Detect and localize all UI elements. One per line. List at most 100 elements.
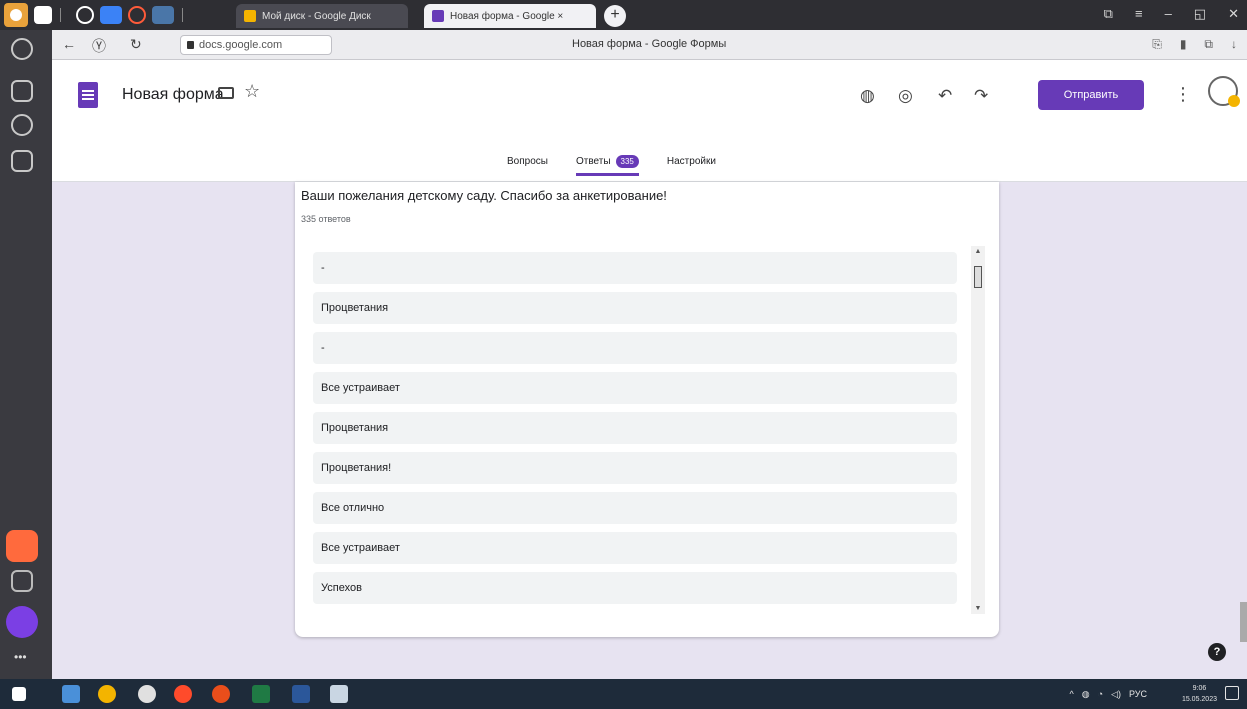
reader-mode-icon[interactable]: ⎘ [1152,37,1162,52]
excel-icon[interactable] [252,685,270,703]
tray-chevron-icon[interactable]: ^ [1070,689,1074,700]
google-forms-icon[interactable] [78,82,98,108]
send-button[interactable]: Отправить [1038,80,1144,110]
page-title: Новая форма - Google Формы [572,38,727,50]
tab-label: Мой диск - Google Диск [262,10,371,22]
extensions-icon[interactable]: ⧉ [1104,6,1113,22]
yandex-browser-icon[interactable] [138,685,156,703]
palette-icon[interactable]: ◍ [860,86,875,106]
lock-icon [187,41,194,49]
download-icon[interactable]: ↓ [1231,37,1237,52]
file-explorer-icon[interactable] [62,685,80,703]
tab-responses[interactable]: Ответы 335 [575,155,639,176]
yandex-icon[interactable] [174,685,192,703]
undo-icon[interactable]: ↶ [938,86,952,106]
browser-logo-icon[interactable] [4,3,28,27]
star-icon[interactable]: ☆ [244,81,260,102]
list-item: - [313,252,957,284]
clock-time: 9:06 [1192,685,1207,692]
rail-more-icon[interactable]: ••• [14,650,27,664]
pinned-tab-vk-icon[interactable] [152,6,174,24]
network-icon[interactable]: ◍ [1082,689,1090,700]
tab-label: Новая форма - Google × [450,10,564,22]
tab-questions[interactable]: Вопросы [507,155,548,176]
minimize-icon[interactable]: – [1165,6,1172,22]
question-title: Ваши пожелания детскому саду. Спасибо за… [301,188,667,203]
response-count: 335 ответов [301,214,351,224]
address-bar: ← Ⓨ ↻ docs.google.com Новая форма - Goog… [52,30,1247,60]
list-item: Все отлично [313,492,957,524]
pinned-tab-mail-icon[interactable] [100,6,122,24]
url-field[interactable]: docs.google.com [180,35,332,55]
avatar[interactable] [1208,76,1240,107]
language-indicator[interactable]: РУС [1129,689,1147,700]
tab-settings[interactable]: Настройки [667,155,716,176]
tab-questions-label: Вопросы [507,156,548,167]
list-item: - [313,332,957,364]
pinned-tab-icon[interactable] [76,6,94,24]
tab-google-drive[interactable]: Мой диск - Google Диск [236,4,408,28]
list-item: Успехов [313,572,957,604]
browser-tab-strip: Мой диск - Google Диск Новая форма - Goo… [0,0,1247,30]
clock-date: 15.05.2023 [1181,696,1217,703]
rail-add-icon[interactable] [11,570,33,592]
new-tab-button[interactable]: + [604,5,626,27]
rail-downloads-icon[interactable] [11,150,33,172]
answers-scrollbar[interactable]: ▲ ▼ [971,246,985,614]
forms-header: Новая форма ☆ ◍ ◎ ↶ ↷ Отправить ⋮ Вопрос… [52,60,1247,182]
notifications-icon[interactable] [1225,686,1239,700]
bookmark-icon[interactable]: ▮ [1180,37,1187,52]
rail-collections-icon[interactable] [11,80,33,102]
window-controls: ⧉ ≡ – ◱ ✕ [1104,6,1239,22]
list-item: Процветания! [313,452,957,484]
form-title[interactable]: Новая форма [122,86,224,104]
pinned-tab-yandex-icon[interactable] [128,6,146,24]
responses-count-badge: 335 [615,155,639,168]
rail-alice-icon[interactable] [6,606,38,638]
page-scrollbar[interactable] [1240,602,1247,642]
form-tabs: Вопросы Ответы 335 Настройки [507,155,716,176]
browser-side-rail: ••• [0,30,52,679]
help-button[interactable]: ? [1208,643,1226,661]
chrome-icon[interactable] [98,685,116,703]
list-item: Процветания [313,292,957,324]
tab-group-icon[interactable] [34,6,52,24]
url-text: docs.google.com [199,39,283,51]
question-summary-card: Ваши пожелания детскому саду. Спасибо за… [295,182,999,637]
redo-icon[interactable]: ↷ [974,86,988,106]
volume-icon[interactable]: ◁) [1111,689,1121,700]
address-bar-actions: ⎘ ▮ ⧉ ↓ [1152,37,1237,52]
forms-icon [432,10,444,22]
rail-history-icon[interactable] [11,38,33,60]
clock[interactable]: 9:06 15.05.2023 [1182,683,1217,705]
back-icon[interactable]: ← [62,36,76,52]
tab-settings-label: Настройки [666,156,716,167]
tab-google-forms[interactable]: Новая форма - Google × [424,4,596,28]
translate-icon[interactable]: ⧉ [1204,37,1213,52]
start-icon[interactable] [12,687,26,701]
system-tray: ^ ◍ ◔ ◁) РУС [1070,689,1147,700]
folder-icon[interactable] [218,87,234,99]
reload-icon[interactable]: ↻ [130,36,142,53]
scroll-thumb[interactable] [974,266,982,288]
scroll-up-icon[interactable]: ▲ [974,248,982,255]
media-player-icon[interactable] [212,685,230,703]
scroll-down-icon[interactable]: ▼ [974,605,982,612]
word-icon[interactable] [292,685,310,703]
tab-responses-label: Ответы [575,156,611,167]
rail-app-icon[interactable] [6,530,38,562]
answers-list: - Процветания - Все устраивает Процветан… [313,252,957,612]
list-item: Процветания [313,412,957,444]
close-window-icon[interactable]: ✕ [1228,6,1239,22]
more-options-icon[interactable]: ⋮ [1174,84,1192,105]
rail-play-icon[interactable] [11,114,33,136]
image-viewer-icon[interactable] [330,685,348,703]
settings-icon[interactable]: ≡ [1135,6,1143,22]
restore-icon[interactable]: ◱ [1194,6,1206,22]
list-item: Все устраивает [313,372,957,404]
preview-eye-icon[interactable]: ◎ [898,86,913,106]
yandex-icon[interactable]: Ⓨ [92,36,106,56]
tab-separator [182,8,183,22]
drive-icon [244,10,256,22]
wifi-icon[interactable]: ◔ [1098,689,1103,700]
